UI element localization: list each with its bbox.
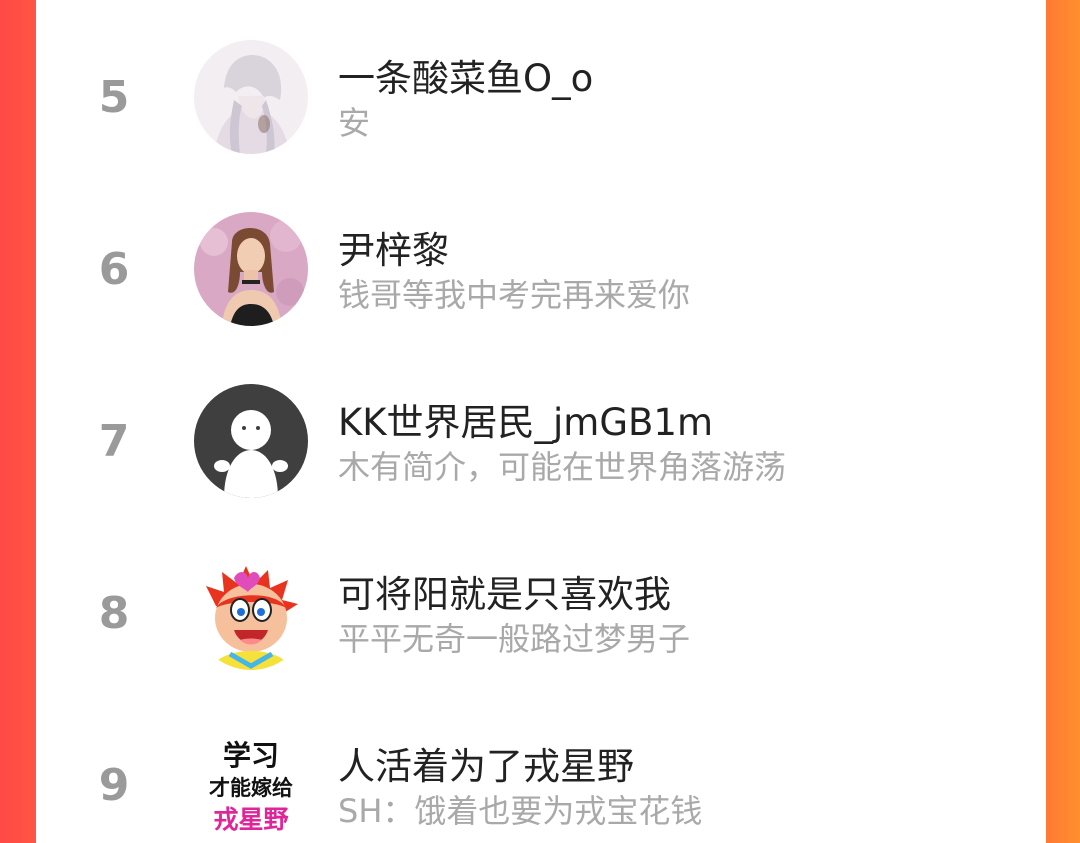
- list-item[interactable]: 6 尹梓黎 钱哥等我中考完再来爱你: [36, 184, 1046, 356]
- user-name[interactable]: 尹梓黎: [338, 220, 449, 274]
- user-name[interactable]: 一条酸菜鱼O_o: [338, 48, 593, 102]
- woman-photo-avatar[interactable]: [194, 212, 308, 326]
- user-bio: SH：饿着也要为戎宝花钱: [338, 792, 703, 830]
- rank-number: 8: [98, 588, 130, 639]
- list-item[interactable]: 8 可将阳就是只喜欢我 平平无奇一般路过梦男子: [36, 528, 1046, 700]
- user-bio: 木有简介，可能在世界角落游荡: [338, 448, 787, 486]
- list-item[interactable]: 7 KK世界居民_jmGB1m 木有简介，可能在世界角落游荡: [36, 356, 1046, 528]
- user-name[interactable]: 人活着为了戎星野: [338, 736, 634, 790]
- anime-character-avatar[interactable]: [194, 40, 308, 154]
- default-person-avatar[interactable]: [194, 384, 308, 498]
- user-name[interactable]: 可将阳就是只喜欢我: [338, 564, 671, 618]
- avatar-text-line1: 学习: [222, 739, 279, 772]
- user-bio: 安: [338, 104, 371, 142]
- ranking-list: 5 一条酸菜鱼O_o 安 6 尹梓黎 钱哥等我中考完再来爱你 7 KK世界居民_…: [36, 0, 1046, 843]
- avatar-text-line3: 戎星野: [213, 805, 289, 834]
- rank-number: 6: [98, 244, 130, 295]
- list-item[interactable]: 5 一条酸菜鱼O_o 安: [36, 12, 1046, 184]
- rank-number: 5: [98, 72, 130, 123]
- avatar-text-line2: 才能嫁给: [209, 776, 293, 800]
- rank-number: 7: [98, 416, 130, 467]
- text-avatar[interactable]: 学习 才能嫁给 戎星野: [194, 728, 308, 842]
- user-bio: 钱哥等我中考完再来爱你: [338, 276, 691, 314]
- list-item[interactable]: 9 学习 才能嫁给 戎星野 人活着为了戎星野 SH：饿着也要为戎宝花钱: [36, 700, 1046, 843]
- user-name[interactable]: KK世界居民_jmGB1m: [338, 392, 713, 446]
- user-bio: 平平无奇一般路过梦男子: [338, 620, 691, 658]
- cartoon-boy-avatar[interactable]: [194, 556, 308, 670]
- rank-number: 9: [98, 760, 130, 811]
